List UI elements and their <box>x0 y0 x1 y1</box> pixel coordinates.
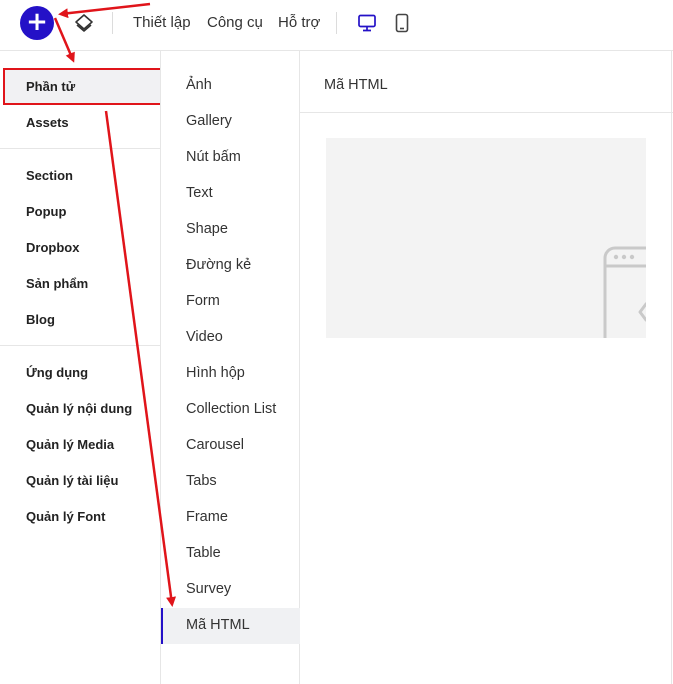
layers-icon[interactable] <box>74 13 94 33</box>
tablet-view-icon[interactable] <box>394 13 410 33</box>
desktop-view-icon[interactable] <box>357 14 377 32</box>
sidebar-item-elements[interactable]: Phần tử <box>26 79 75 94</box>
element-item-survey[interactable]: Survey <box>186 581 231 597</box>
menu-settings[interactable]: Thiết lập <box>133 14 191 31</box>
toolbar-divider <box>336 12 337 34</box>
sidebar-item-blog[interactable]: Blog <box>26 312 55 327</box>
sidebar-divider <box>0 345 160 346</box>
sidebar-item-assets[interactable]: Assets <box>26 115 69 130</box>
toolbar-divider <box>112 12 113 34</box>
sidebar-divider <box>0 148 160 149</box>
html-element-thumbnail[interactable] <box>326 138 646 338</box>
sidebar-item-dropbox[interactable]: Dropbox <box>26 240 79 255</box>
element-item-video[interactable]: Video <box>186 329 223 345</box>
sidebar-item-apps[interactable]: Ứng dụng <box>26 365 88 380</box>
add-element-button[interactable]: + <box>20 6 54 40</box>
element-item-text[interactable]: Text <box>186 185 213 201</box>
sidebar-item-products[interactable]: Sản phẩm <box>26 276 88 291</box>
element-item-line[interactable]: Đường kẻ <box>186 257 251 273</box>
sidebar-item-font-manager[interactable]: Quản lý Font <box>26 509 105 524</box>
element-item-collection-list[interactable]: Collection List <box>186 401 276 417</box>
code-window-icon <box>603 246 646 338</box>
sidebar-item-media-manager[interactable]: Quản lý Media <box>26 437 114 452</box>
element-item-button[interactable]: Nút bấm <box>186 149 241 165</box>
element-list: Ảnh Gallery Nút bấm Text Shape Đường kẻ … <box>160 51 300 684</box>
preview-title: Mã HTML <box>324 77 388 93</box>
sidebar-item-document-manager[interactable]: Quản lý tài liệu <box>26 473 118 488</box>
element-item-box[interactable]: Hình hộp <box>186 365 245 381</box>
element-item-frame[interactable]: Frame <box>186 509 228 525</box>
preview-panel: Mã HTML <box>300 51 673 684</box>
element-item-image[interactable]: Ảnh <box>186 77 212 93</box>
element-item-tabs[interactable]: Tabs <box>186 473 217 489</box>
menu-support[interactable]: Hỗ trợ <box>278 14 320 31</box>
sidebar-item-section[interactable]: Section <box>26 168 73 183</box>
element-item-carousel[interactable]: Carousel <box>186 437 244 453</box>
menu-tools[interactable]: Công cụ <box>207 14 263 31</box>
top-toolbar: + Thiết lập Công cụ Hỗ trợ <box>0 0 673 48</box>
sidebar-item-popup[interactable]: Popup <box>26 204 66 219</box>
element-item-html-code[interactable]: Mã HTML <box>186 617 250 633</box>
element-item-gallery[interactable]: Gallery <box>186 113 232 129</box>
element-item-form[interactable]: Form <box>186 293 220 309</box>
sidebar: Phần tử Assets Section Popup Dropbox Sản… <box>0 51 163 684</box>
preview-divider <box>300 112 673 113</box>
element-item-table[interactable]: Table <box>186 545 221 561</box>
element-item-shape[interactable]: Shape <box>186 221 228 237</box>
panel-border <box>671 51 672 684</box>
sidebar-item-content-manager[interactable]: Quản lý nội dung <box>26 401 132 416</box>
